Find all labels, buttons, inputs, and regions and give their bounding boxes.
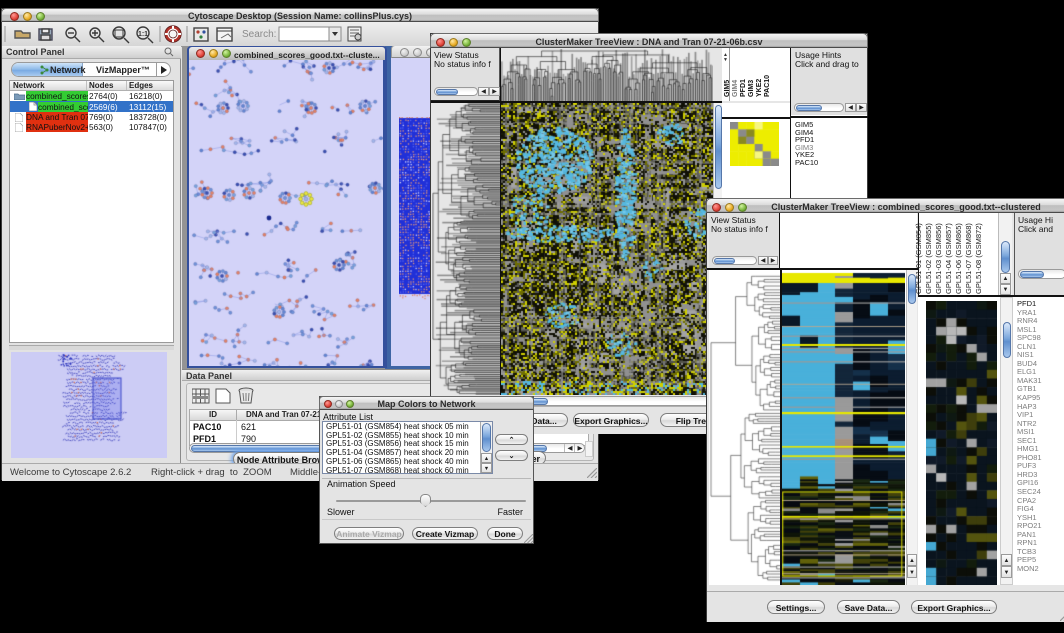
svg-text:1:1: 1:1 [138, 31, 148, 38]
svg-text:Search:: Search: [242, 29, 276, 40]
